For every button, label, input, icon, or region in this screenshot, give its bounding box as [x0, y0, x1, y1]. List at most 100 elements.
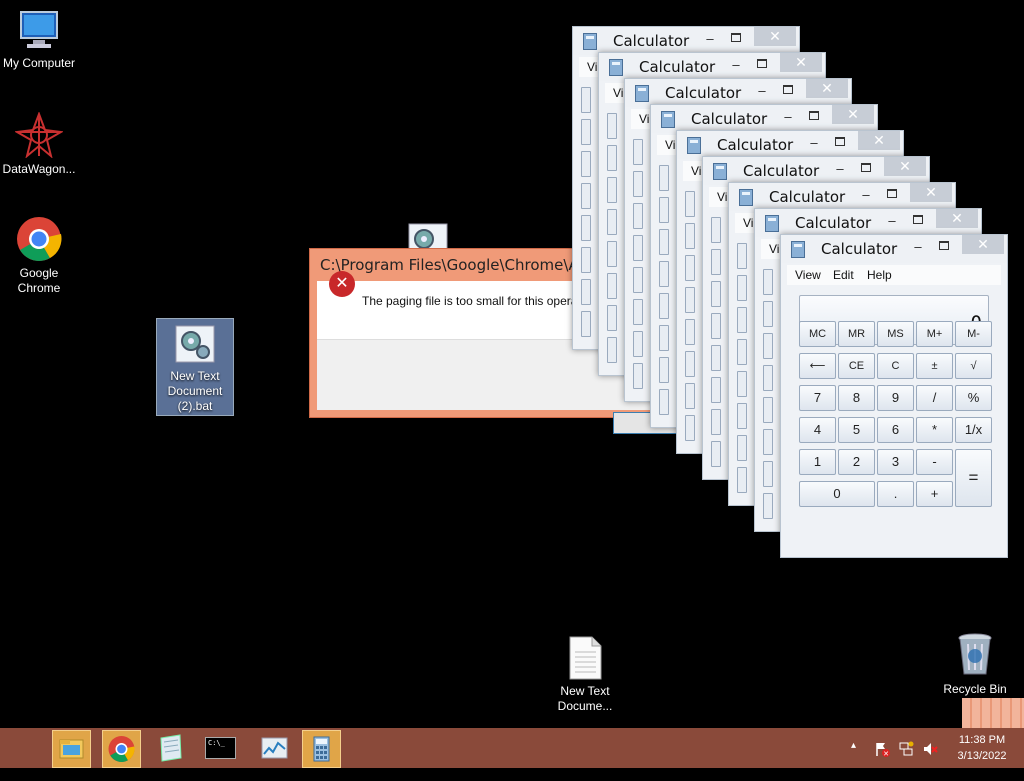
maximize-button[interactable] [809, 111, 819, 120]
desktop-icon-recycle-bin[interactable]: Recycle Bin [933, 632, 1017, 697]
minimize-button[interactable]: – [885, 213, 899, 229]
calculator-key[interactable]: 9 [877, 385, 914, 411]
calculator-key[interactable]: 8 [838, 385, 875, 411]
close-button[interactable]: ✕ [910, 183, 952, 202]
calculator-key[interactable]: 1/x [955, 417, 992, 443]
taskbar-notepad[interactable] [152, 730, 189, 766]
calculator-title-bar[interactable]: Calculator – ✕ [573, 27, 799, 55]
maximize-button[interactable] [887, 189, 897, 198]
calculator-title-bar[interactable]: Calculator – ✕ [703, 157, 929, 185]
calculator-key[interactable]: 6 [877, 417, 914, 443]
tray-show-hidden-icons[interactable]: ▴ [851, 740, 856, 780]
calculator-key[interactable]: ± [916, 353, 953, 379]
minimize-button[interactable]: – [781, 109, 795, 125]
network-icon[interactable] [898, 741, 914, 781]
desktop-icon-my-computer[interactable]: My Computer [0, 10, 81, 71]
close-button[interactable]: ✕ [936, 209, 978, 228]
calculator-icon [661, 111, 675, 128]
calculator-window-active[interactable]: Calculator–✕ViewEditHelp0MCMRMSM+M-⟵CEC±… [780, 234, 1008, 558]
calculator-title-bar[interactable]: Calculator – ✕ [755, 209, 981, 237]
calculator-key[interactable]: CE [838, 353, 875, 379]
calculator-key[interactable]: MS [877, 321, 914, 347]
desktop-icon-label: Google [19, 266, 59, 280]
calculator-key[interactable]: √ [955, 353, 992, 379]
calculator-title-bar[interactable]: Calculator – ✕ [651, 105, 877, 133]
taskbar-chrome[interactable] [102, 730, 141, 768]
maximize-button[interactable] [861, 163, 871, 172]
maximize-button[interactable] [783, 85, 793, 94]
minimize-button[interactable]: – [807, 135, 821, 151]
show-desktop-button[interactable] [962, 698, 1024, 728]
calculator-title-bar[interactable]: Calculator – ✕ [729, 183, 955, 211]
minimize-button[interactable]: – [859, 187, 873, 203]
desktop-icon-new-text-document-bat[interactable]: New Text Document (2).bat [156, 318, 234, 416]
calculator-key[interactable]: MC [799, 321, 836, 347]
calculator-key[interactable]: % [955, 385, 992, 411]
calculator-keys-edge [683, 183, 695, 441]
calculator-title-bar[interactable]: Calculator – ✕ [625, 79, 851, 107]
key-decimal[interactable]: . [877, 481, 914, 507]
menu-view-partial[interactable]: Vi [717, 190, 727, 204]
calculator-key[interactable]: 7 [799, 385, 836, 411]
key-plus[interactable]: + [916, 481, 953, 507]
key-zero[interactable]: 0 [799, 481, 875, 507]
close-button[interactable]: ✕ [832, 105, 874, 124]
close-button[interactable]: ✕ [806, 79, 848, 98]
desktop-icon-new-text-document[interactable]: New Text Docume... [543, 636, 627, 714]
desktop-icon-label: Document [167, 384, 223, 398]
calculator-key[interactable]: M+ [916, 321, 953, 347]
computer-icon [15, 10, 63, 52]
calculator-key[interactable]: 1 [799, 449, 836, 475]
desktop-icon-label: (2).bat [177, 399, 213, 413]
minimize-button[interactable]: – [703, 31, 717, 47]
desktop-icon-google-chrome[interactable]: Google Chrome [0, 216, 81, 296]
volume-muted-icon[interactable] [922, 741, 938, 781]
calculator-key[interactable]: ⟵ [799, 353, 836, 379]
calculator-key[interactable]: 5 [838, 417, 875, 443]
taskbar-file-explorer[interactable] [52, 730, 91, 768]
calculator-key[interactable]: C [877, 353, 914, 379]
clock-date: 3/13/2022 [957, 750, 1007, 762]
calculator-key[interactable]: * [916, 417, 953, 443]
key-equals[interactable]: = [955, 449, 992, 507]
taskbar-calculator[interactable] [302, 730, 341, 768]
taskbar-task-manager[interactable] [256, 730, 293, 766]
close-button[interactable]: ✕ [754, 27, 796, 46]
calculator-key[interactable]: 4 [799, 417, 836, 443]
taskbar-command-prompt[interactable]: C:\_ [202, 730, 239, 766]
calculator-key[interactable]: MR [838, 321, 875, 347]
minimize-button[interactable]: – [755, 83, 769, 99]
close-icon: ✕ [795, 54, 807, 70]
calculator-title-bar[interactable]: Calculator – ✕ [599, 53, 825, 81]
menu-view-partial[interactable]: Vi [639, 112, 649, 126]
desktop-icon-label: New Text [560, 684, 610, 698]
close-button[interactable]: ✕ [858, 131, 900, 150]
maximize-button[interactable] [757, 59, 767, 68]
close-button[interactable]: ✕ [884, 157, 926, 176]
calculator-title-bar[interactable]: Calculator – ✕ [677, 131, 903, 159]
minimize-button[interactable]: – [729, 57, 743, 73]
calculator-key[interactable]: M- [955, 321, 992, 347]
calculator-key[interactable]: 3 [877, 449, 914, 475]
taskbar-clock[interactable]: 11:38 PM 3/13/2022 [952, 732, 1012, 764]
close-button[interactable]: ✕ [780, 53, 822, 72]
menu-view-partial[interactable]: Vi [691, 164, 701, 178]
desktop-icon-datawagon[interactable]: DataWagon... [0, 111, 81, 177]
menu-view-partial[interactable]: Vi [665, 138, 675, 152]
calculator-title: Calculator [717, 136, 794, 154]
maximize-button[interactable] [913, 215, 923, 224]
menu-view-partial[interactable]: Vi [613, 86, 623, 100]
calculator-key[interactable]: / [916, 385, 953, 411]
desktop-icon-label: Docume... [557, 699, 613, 713]
error-dialog-title[interactable]: C:\Program Files\Google\Chrome\App [320, 256, 598, 274]
calculator-key[interactable]: 2 [838, 449, 875, 475]
calculator-keys-edge [657, 157, 669, 415]
minimize-button[interactable]: – [833, 161, 847, 177]
maximize-button[interactable] [731, 33, 741, 42]
menu-view-partial[interactable]: Vi [769, 242, 779, 256]
menu-view-partial[interactable]: Vi [743, 216, 753, 230]
menu-view-partial[interactable]: Vi [587, 60, 597, 74]
action-center-flag-icon[interactable]: ✕ [874, 741, 890, 781]
maximize-button[interactable] [835, 137, 845, 146]
calculator-key[interactable]: - [916, 449, 953, 475]
